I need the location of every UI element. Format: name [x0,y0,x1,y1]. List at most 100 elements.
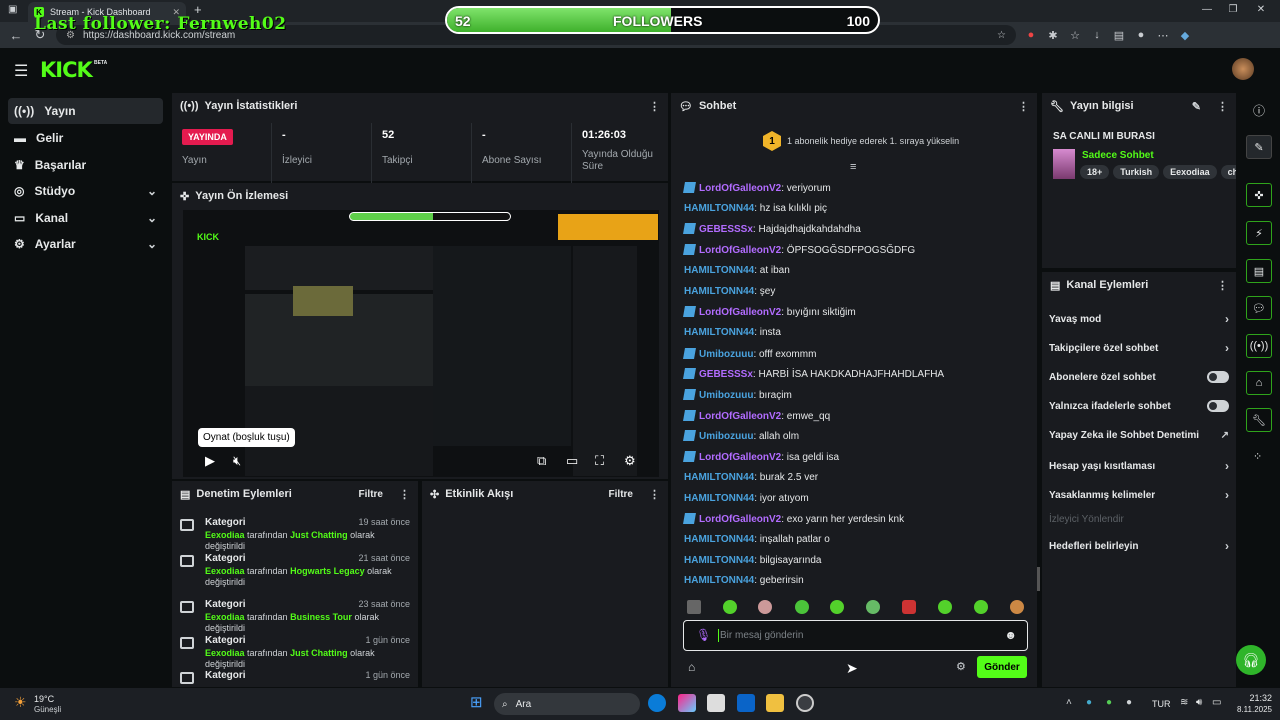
tray-app-icon[interactable]: ● [1106,697,1112,708]
back-icon[interactable]: ← [8,28,24,43]
outlook-icon[interactable] [737,694,755,712]
copilot-icon[interactable]: ◆ [1178,29,1192,42]
tray-app-icon[interactable]: ● [1086,697,1092,708]
mod-category[interactable]: Hogwarts Legacy [290,566,365,576]
windows-start-icon[interactable]: ⊞ [470,693,483,711]
chat-scrollbar[interactable] [1037,567,1040,591]
clock-time[interactable]: 21:32 [1242,693,1272,703]
collections-icon[interactable]: ▤ [1112,29,1126,42]
chat-username[interactable]: HAMILTONN44 [684,203,754,214]
hamburger-menu-icon[interactable]: ☰ [14,61,28,81]
category-name[interactable]: Sadece Sohbet [1082,150,1154,161]
info-icon[interactable]: ⓘ [1253,102,1265,119]
chat-username[interactable]: Umibozuuu [699,349,753,360]
chat-username[interactable]: HAMILTONN44 [684,575,754,586]
bookmark-star-icon[interactable]: ☆ [997,30,1006,41]
panel-menu-icon[interactable]: ⋮ [1217,100,1228,113]
chat-username[interactable]: HAMILTONN44 [684,286,754,297]
panel-menu-icon[interactable]: ⋮ [1217,279,1228,292]
weather-temp[interactable]: 19°C [34,694,54,704]
wifi-icon[interactable]: ≋ [1180,697,1188,708]
copilot-app-icon[interactable] [678,694,696,712]
chat-username[interactable]: LordOfGalleonV2 [699,307,781,318]
sidebar-item-gelir[interactable]: ▬ Gelir [8,125,163,151]
adblock-extension-icon[interactable]: ● [1024,29,1038,41]
rail-notes-button[interactable]: ▤ [1246,259,1272,283]
emote-9[interactable] [974,600,988,614]
emote-8[interactable] [938,600,952,614]
mod-category[interactable]: Just Chatting [290,530,348,540]
mute-icon[interactable]: 🔇︎ [233,453,241,469]
favorites-icon[interactable]: ☆ [1068,29,1082,42]
rail-preview-button[interactable]: ✜ [1246,183,1272,207]
edit-pencil-icon[interactable]: ✎ [1192,100,1201,113]
sidebar-item-studyo[interactable]: ◎ Stüdyo ⌄ [8,178,163,204]
battery-icon[interactable]: ▭ [1212,697,1221,708]
toggle-switch[interactable] [1207,400,1229,412]
user-avatar[interactable] [1232,58,1254,80]
chat-username[interactable]: Umibozuuu [699,431,753,442]
weather-icon[interactable]: ☀ [14,694,27,711]
emote-5[interactable] [830,600,844,614]
mod-user[interactable]: Eexodiaa [205,612,245,622]
panel-menu-icon[interactable]: ⋮ [649,488,660,501]
edge-browser-icon[interactable] [648,694,666,712]
chat-username[interactable]: LordOfGalleonV2 [699,183,781,194]
close-window-icon[interactable]: ✕ [1250,4,1272,15]
emote-4[interactable] [795,600,809,614]
chat-username[interactable]: HAMILTONN44 [684,534,754,545]
store-icon[interactable]: ⌂ [688,660,695,674]
emote-6[interactable] [866,600,880,614]
rail-lightning-button[interactable]: ⚡︎ [1246,221,1272,245]
sidebar-item-yayin[interactable]: ((•)) Yayın [8,98,163,124]
filter-button[interactable]: Filtre [609,489,633,500]
action-set-goals[interactable]: Hedefleri belirleyin › [1049,539,1229,553]
store-app-icon[interactable] [707,694,725,712]
download-icon[interactable]: ↓ [1090,29,1104,41]
chat-username[interactable]: LordOfGalleonV2 [699,245,781,256]
rail-wrench-button[interactable]: 🔧︎ [1246,408,1272,432]
minimize-icon[interactable]: — [1196,4,1218,15]
stream-preview-video[interactable]: KICK Oynat (boşluk tuşu) ▶ 🔇︎ ⧉ ▭ ⛶ ⚙ [183,210,659,477]
chat-username[interactable]: HAMILTONN44 [684,472,754,483]
tab-actions-icon[interactable]: ▣ [8,4,17,15]
filter-button[interactable]: Filtre [359,489,383,500]
send-button[interactable]: Gönder [977,656,1027,678]
profile-avatar[interactable]: ● [1134,29,1148,41]
rail-store-button[interactable]: ⌂ [1246,371,1272,395]
tray-overflow-icon[interactable]: ˄ [1066,697,1072,708]
panel-menu-icon[interactable]: ⋮ [649,100,660,113]
maximize-icon[interactable]: ❐ [1222,4,1244,15]
emote-7[interactable] [902,600,916,614]
mod-category[interactable]: Business Tour [290,612,352,622]
emote-1[interactable] [687,600,701,614]
menu-dots-icon[interactable]: ⋯ [1156,29,1170,42]
panel-menu-icon[interactable]: ⋮ [1018,100,1029,113]
chat-username[interactable]: Umibozuuu [699,390,753,401]
rail-edit-button[interactable]: ✎ [1246,135,1272,159]
pip-icon[interactable]: ⧉ [537,453,546,469]
file-explorer-icon[interactable] [766,694,784,712]
taskbar-search[interactable]: ⌕ Ara [494,693,640,715]
chat-username[interactable]: LordOfGalleonV2 [699,514,781,525]
apps-icon[interactable]: ⁘ [1253,450,1262,463]
panel-menu-icon[interactable]: ⋮ [399,488,410,501]
mod-category[interactable]: Just Chatting [290,648,348,658]
chat-input-box[interactable]: 🎙︎ Bir mesaj gönderin ☻ [683,620,1028,651]
theater-mode-icon[interactable]: ▭ [566,453,578,469]
sidebar-item-basarilar[interactable]: ♛ Başarılar [8,152,163,178]
sidebar-item-ayarlar[interactable]: ⚙ Ayarlar ⌄ [8,231,163,257]
action-slow-mode[interactable]: Yavaş mod › [1049,312,1229,326]
tray-app-icon[interactable]: ● [1126,697,1132,708]
chat-username[interactable]: GEBESSSx [699,369,753,380]
extensions-icon[interactable]: ✱ [1046,29,1060,42]
volume-icon[interactable]: 🔊︎ [1196,697,1202,708]
emoji-icon[interactable]: ☻ [1004,628,1017,642]
chat-username[interactable]: HAMILTONN44 [684,265,754,276]
mod-user[interactable]: Eexodiaa [205,648,245,658]
microphone-icon[interactable]: 🎙︎ [696,628,711,642]
expand-leaderboard-icon[interactable]: ≡ [850,161,856,173]
action-ai-moderation[interactable]: Yapay Zeka ile Sohbet Denetimi ↗ [1049,430,1229,441]
settings-icon[interactable]: ⚙ [624,453,636,469]
chat-username[interactable]: GEBESSSx [699,224,753,235]
